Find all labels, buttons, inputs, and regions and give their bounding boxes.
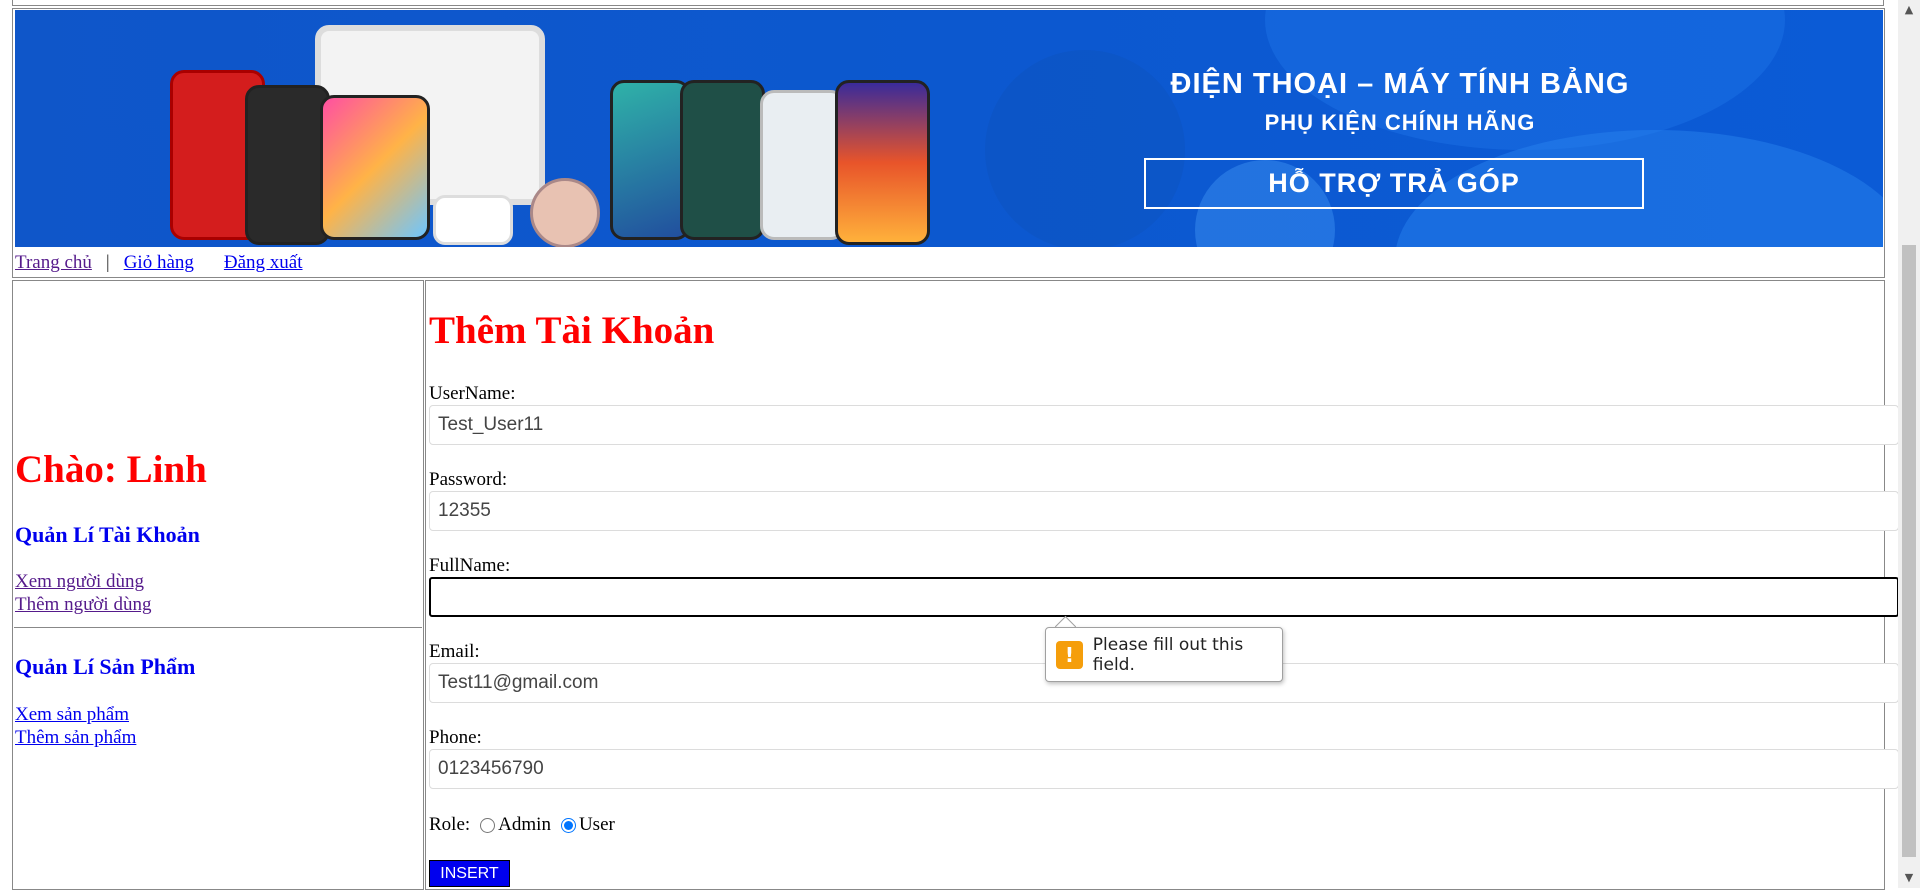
username-label: UserName: [429, 383, 516, 404]
role-admin-radio[interactable] [480, 817, 496, 833]
page-frame-top [12, 0, 1884, 6]
fullname-label: FullName: [429, 555, 511, 576]
phone-label: Phone: [429, 727, 482, 748]
product-management-heading: Quản Lí Sản Phẩm [15, 654, 196, 679]
view-users-link[interactable]: Xem người dùng [15, 571, 144, 593]
nav-logout-link[interactable]: Đăng xuất [224, 252, 303, 273]
phone-blue-image [610, 80, 690, 240]
vertical-scrollbar[interactable]: ▲ ▼ [1898, 0, 1920, 888]
email-label: Email: [429, 641, 480, 662]
banner-title: ĐIỆN THOẠI – MÁY TÍNH BẢNG [1170, 68, 1630, 100]
earbuds-image [433, 195, 513, 245]
scroll-down-arrow-icon[interactable]: ▼ [1898, 868, 1920, 888]
add-product-link[interactable]: Thêm sản phẩm [15, 727, 136, 749]
phone-white-image [760, 90, 845, 240]
phone-orange-image [835, 80, 930, 245]
nav-cart-link[interactable]: Giỏ hàng [124, 252, 194, 273]
nav-home-link[interactable]: Trang chủ [15, 252, 92, 273]
account-management-heading: Quản Lí Tài Khoản [15, 522, 200, 547]
promo-banner: ĐIỆN THOẠI – MÁY TÍNH BẢNG PHỤ KIỆN CHÍN… [15, 10, 1883, 247]
phone-green-image [680, 80, 765, 240]
watch-image [530, 178, 600, 247]
installment-banner-box: HỖ TRỢ TRẢ GÓP [1144, 158, 1644, 209]
scroll-up-arrow-icon[interactable]: ▲ [1898, 0, 1920, 20]
greeting-heading: Chào: Linh [15, 448, 207, 491]
role-label: Role: [429, 814, 471, 835]
add-user-link[interactable]: Thêm người dùng [15, 594, 151, 616]
password-label: Password: [429, 469, 508, 490]
role-admin-label: Admin [498, 814, 551, 835]
banner-subtitle: PHỤ KIỆN CHÍNH HÃNG [1264, 110, 1536, 135]
view-products-link[interactable]: Xem sản phẩm [15, 704, 129, 726]
phone-input[interactable] [429, 749, 1899, 789]
role-user-radio[interactable] [560, 817, 576, 833]
fullname-input[interactable] [429, 577, 1899, 617]
phone-colorful-image [320, 95, 430, 240]
nav-separator: | [105, 252, 110, 273]
role-row: Role: Admin User [429, 814, 615, 836]
password-input[interactable] [429, 491, 1899, 531]
validation-message: Please fill out this field. [1092, 634, 1244, 675]
top-nav: Trang chủ | Giỏ hàng Đăng xuất [15, 252, 303, 274]
scrollbar-thumb[interactable] [1902, 245, 1916, 857]
page-title: Thêm Tài Khoản [429, 309, 715, 352]
insert-button[interactable]: INSERT [429, 860, 510, 887]
sidebar-divider [14, 627, 422, 628]
username-input[interactable] [429, 405, 1899, 445]
phone-black-image [245, 85, 330, 245]
role-user-label: User [578, 814, 615, 835]
validation-tooltip: ! Please fill out this field. [1045, 627, 1283, 682]
warning-icon: ! [1056, 640, 1083, 669]
